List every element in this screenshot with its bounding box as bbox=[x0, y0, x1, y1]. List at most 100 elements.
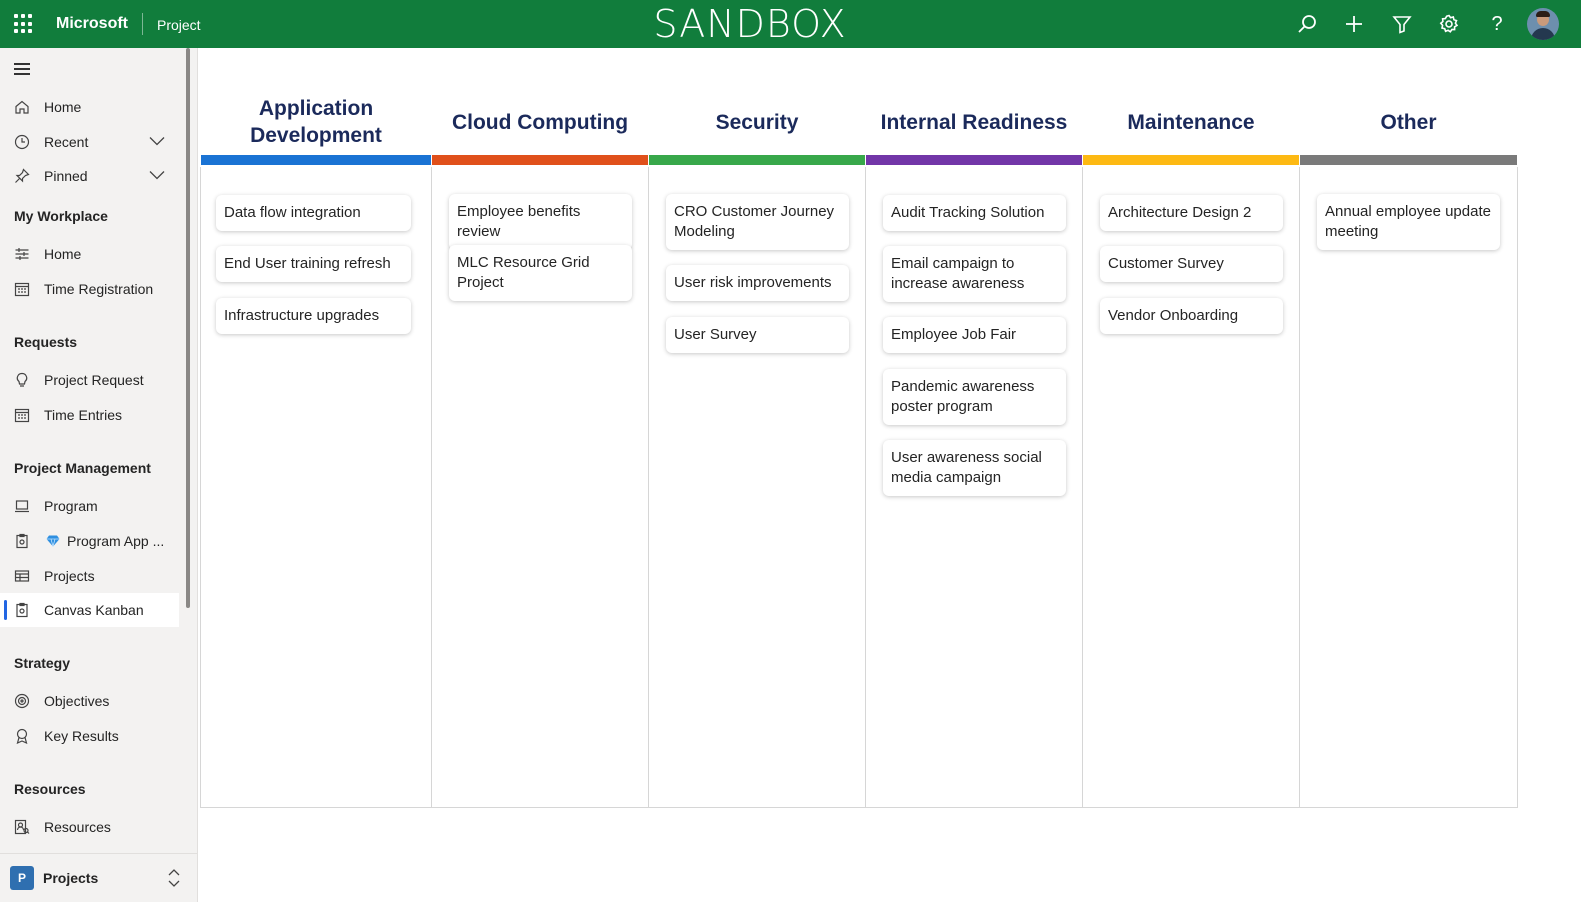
kanban-card[interactable]: Employee benefits review bbox=[449, 194, 632, 250]
area-label: Projects bbox=[43, 870, 99, 886]
kanban-card[interactable]: Email campaign to increase awareness bbox=[883, 246, 1066, 302]
diamond-icon bbox=[46, 535, 60, 547]
award-icon bbox=[16, 728, 28, 744]
kanban-card[interactable]: User risk improvements bbox=[666, 265, 849, 301]
sidebar-item-key-results[interactable]: Key Results bbox=[0, 719, 179, 753]
sidebar-item-recent[interactable]: Recent bbox=[0, 125, 179, 159]
sidebar-item-canvas-kanban[interactable]: Canvas Kanban bbox=[0, 593, 179, 627]
sidebar-item-label: Objectives bbox=[44, 693, 110, 709]
kanban-card[interactable]: End User training refresh bbox=[216, 246, 411, 282]
kanban-card[interactable]: User awareness social media campaign bbox=[883, 440, 1066, 496]
column-body: Annual employee update meeting bbox=[1299, 167, 1518, 808]
column-body: Employee benefits review MLC Resource Gr… bbox=[431, 167, 649, 808]
column-color-bar bbox=[1300, 155, 1517, 165]
clipboard-icon bbox=[16, 533, 28, 549]
section-my-workplace: My Workplace bbox=[14, 208, 108, 224]
sidebar-item-resources[interactable]: Resources bbox=[0, 810, 179, 844]
kanban-card[interactable]: User Survey bbox=[666, 317, 849, 353]
sidebar-item-label: Canvas Kanban bbox=[44, 602, 144, 618]
column-title: Security bbox=[715, 110, 799, 134]
sidebar-item-time-registration[interactable]: Time Registration bbox=[0, 272, 179, 306]
sidebar-item-time-entries[interactable]: Time Entries bbox=[0, 398, 179, 432]
help-icon[interactable]: ? bbox=[1485, 12, 1509, 36]
sidebar-item-home[interactable]: Home bbox=[0, 90, 179, 124]
column-title: Cloud Computing bbox=[451, 110, 629, 134]
kanban-card[interactable]: Customer Survey bbox=[1100, 246, 1283, 282]
column-title: Application Development bbox=[250, 97, 382, 147]
calendar-icon bbox=[14, 408, 30, 423]
column-title: Maintenance bbox=[1127, 110, 1255, 134]
area-switcher[interactable]: P Projects bbox=[0, 853, 197, 902]
sidebar: Home Recent Pinned My Workplace Home Tim… bbox=[0, 48, 198, 902]
area-badge: P bbox=[10, 866, 34, 890]
column-color-bar bbox=[866, 155, 1082, 165]
column-title: Internal Readiness bbox=[880, 110, 1068, 134]
section-requests: Requests bbox=[14, 334, 78, 350]
kanban-card[interactable]: Architecture Design 2 bbox=[1100, 195, 1283, 231]
clock-icon bbox=[14, 134, 30, 150]
column-body: Data flow integration End User training … bbox=[200, 167, 432, 808]
kanban-card[interactable]: Annual employee update meeting bbox=[1317, 194, 1500, 250]
sidebar-item-program-app[interactable]: Program App ... bbox=[0, 524, 179, 558]
sidebar-item-label: Time Entries bbox=[44, 407, 123, 423]
column-color-bar bbox=[649, 155, 865, 165]
table-icon bbox=[14, 570, 30, 582]
settings-icon[interactable] bbox=[1437, 12, 1461, 36]
home-icon bbox=[15, 100, 29, 114]
section-strategy: Strategy bbox=[14, 655, 71, 671]
column-color-bar bbox=[1083, 155, 1299, 165]
sidebar-item-label: Program bbox=[44, 498, 98, 514]
target-icon bbox=[14, 693, 30, 709]
column-body: Architecture Design 2 Customer Survey Ve… bbox=[1082, 167, 1300, 808]
sidebar-item-project-request[interactable]: Project Request bbox=[0, 363, 179, 397]
clipboard-icon bbox=[16, 602, 28, 618]
hamburger-menu-icon[interactable] bbox=[14, 63, 30, 75]
sidebar-item-label: Pinned bbox=[44, 168, 88, 184]
sidebar-item-pinned[interactable]: Pinned bbox=[0, 159, 179, 193]
kanban-card[interactable]: Vendor Onboarding bbox=[1100, 298, 1283, 334]
pin-icon bbox=[15, 168, 30, 183]
sidebar-item-label: Program App ... bbox=[67, 533, 165, 549]
sidebar-item-label: Key Results bbox=[44, 728, 119, 744]
top-bar: Microsoft Project SANDBOX ? bbox=[0, 0, 1581, 48]
sidebar-item-workplace-home[interactable]: Home bbox=[0, 237, 179, 271]
column-body: CRO Customer Journey Modeling User risk … bbox=[648, 167, 866, 808]
column-title: Other bbox=[1380, 110, 1437, 134]
kanban-card[interactable]: Pandemic awareness poster program bbox=[883, 369, 1066, 425]
sidebar-item-label: Project Request bbox=[44, 372, 144, 388]
column-body: Audit Tracking Solution Email campaign t… bbox=[865, 167, 1083, 808]
sidebar-item-label: Resources bbox=[44, 819, 111, 835]
filter-icon[interactable] bbox=[1390, 12, 1414, 36]
column-color-bar bbox=[201, 155, 431, 165]
section-project-management: Project Management bbox=[14, 460, 151, 476]
section-resources: Resources bbox=[14, 781, 86, 797]
sidebar-item-label: Time Registration bbox=[44, 281, 154, 297]
lightbulb-icon bbox=[16, 372, 28, 387]
chevron-down-icon[interactable] bbox=[149, 170, 165, 180]
sidebar-scrollbar[interactable] bbox=[186, 48, 190, 608]
sidebar-item-program[interactable]: Program bbox=[0, 489, 179, 523]
search-icon[interactable] bbox=[1295, 12, 1319, 36]
kanban-card[interactable]: Employee Job Fair bbox=[883, 317, 1066, 353]
kanban-card[interactable]: Data flow integration bbox=[216, 195, 411, 231]
sidebar-item-projects[interactable]: Projects bbox=[0, 559, 179, 593]
people-search-icon bbox=[14, 819, 30, 835]
column-color-bar bbox=[432, 155, 648, 165]
sidebar-item-label: Home bbox=[44, 246, 82, 262]
dashboard-icon bbox=[15, 248, 29, 260]
sidebar-item-label: Home bbox=[44, 99, 82, 115]
environment-title: SANDBOX bbox=[653, 2, 847, 46]
kanban-card[interactable]: MLC Resource Grid Project bbox=[449, 245, 632, 301]
add-icon[interactable] bbox=[1342, 12, 1366, 36]
laptop-icon bbox=[15, 500, 29, 513]
sidebar-item-label: Projects bbox=[44, 568, 95, 584]
chevron-down-icon[interactable] bbox=[149, 136, 165, 146]
sidebar-item-objectives[interactable]: Objectives bbox=[0, 684, 179, 718]
kanban-card[interactable]: CRO Customer Journey Modeling bbox=[666, 194, 849, 250]
kanban-card[interactable]: Audit Tracking Solution bbox=[883, 195, 1066, 231]
calendar-icon bbox=[14, 282, 30, 297]
sidebar-item-label: Recent bbox=[44, 134, 89, 150]
kanban-card[interactable]: Infrastructure upgrades bbox=[216, 298, 411, 334]
user-avatar[interactable] bbox=[1527, 8, 1559, 40]
chevron-up-down-icon bbox=[168, 869, 180, 887]
